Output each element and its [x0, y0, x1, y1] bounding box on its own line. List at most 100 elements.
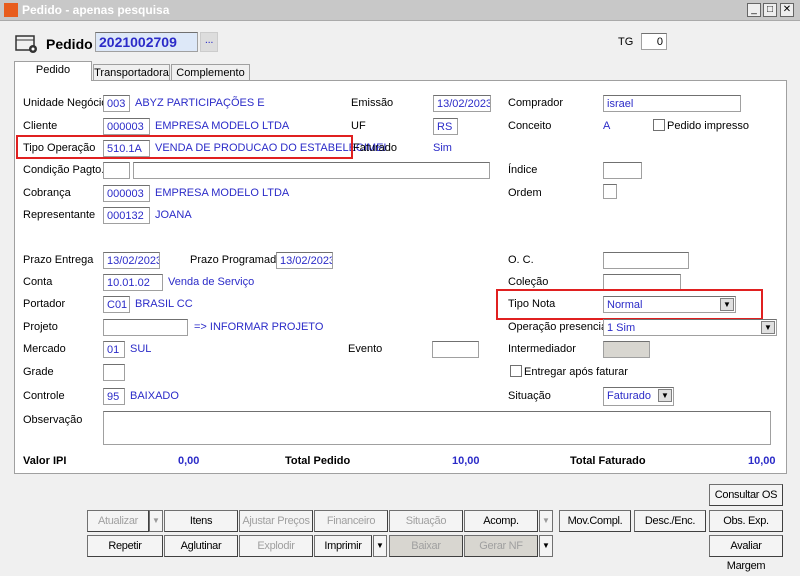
situacao-value: Faturado [607, 390, 652, 402]
highlight-tipo-operacao [16, 135, 353, 159]
portador-name: BRASIL CC [135, 298, 193, 310]
cliente-name: EMPRESA MODELO LTDA [155, 120, 290, 132]
minimize-button[interactable]: _ [747, 3, 761, 17]
conceito-value: A [603, 120, 611, 132]
representante-label: Representante [23, 209, 96, 221]
oc-input[interactable] [603, 252, 689, 269]
imprimir-button[interactable]: Imprimir [314, 535, 372, 557]
entregar-checkbox[interactable] [510, 365, 522, 377]
unidade-name: ABYZ PARTICIPAÇÕES E [135, 97, 265, 109]
ordem-checkbox[interactable] [603, 184, 617, 199]
tab-pedido[interactable]: Pedido [14, 61, 92, 81]
tab-complemento[interactable]: Complemento [171, 64, 250, 81]
uf-label: UF [351, 120, 366, 132]
situacao-button[interactable]: Situação [389, 510, 463, 532]
chevron-down-icon[interactable]: ▼ [761, 321, 775, 334]
acomp-button[interactable]: Acomp. [464, 510, 538, 532]
total-faturado-label: Total Faturado [570, 455, 646, 467]
projeto-label: Projeto [23, 321, 58, 333]
situacao-select[interactable]: Faturado ▼ [603, 387, 674, 406]
indice-input[interactable] [603, 162, 642, 179]
obs-exp-button[interactable]: Obs. Exp. [709, 510, 783, 532]
colecao-label: Coleção [508, 276, 549, 288]
intermediador-input [603, 341, 650, 358]
cobranca-code-input[interactable]: 000003 [103, 185, 150, 202]
ordem-label: Ordem [508, 187, 542, 199]
grade-label: Grade [23, 366, 54, 378]
faturado-value: Sim [433, 142, 452, 154]
portador-label: Portador [23, 298, 66, 310]
atualizar-imp-button[interactable]: Atualizar Imp [87, 510, 149, 547]
chevron-down-icon[interactable]: ▼ [658, 389, 672, 402]
condicao-label: Condição Pagto. [23, 164, 105, 176]
controle-code-input[interactable]: 95 [103, 388, 125, 405]
evento-label: Evento [348, 343, 383, 355]
tab-transportadora[interactable]: Transportadora [93, 64, 170, 81]
prazo-programado-label: Prazo Programado [190, 254, 283, 266]
controle-label: Controle [23, 390, 65, 402]
conta-name: Venda de Serviço [168, 276, 255, 288]
entregar-label: Entregar após faturar [524, 366, 628, 378]
ajustar-precos-button[interactable]: Ajustar Preços [239, 510, 313, 532]
acomp-dropdown[interactable]: ▼ [539, 510, 553, 532]
repetir-button[interactable]: Repetir [87, 535, 163, 557]
valor-ipi-label: Valor IPI [23, 455, 67, 467]
itens-button[interactable]: Itens [164, 510, 238, 532]
pedido-impresso-checkbox[interactable] [653, 119, 665, 131]
close-button[interactable]: ✕ [780, 3, 794, 17]
total-pedido-value: 10,00 [452, 455, 480, 467]
title-bar: Pedido - apenas pesquisa _ □ ✕ [0, 0, 800, 21]
avaliar-margem-button[interactable]: Avaliar Margem [709, 535, 783, 572]
consultar-os-button[interactable]: Consultar OS [709, 484, 783, 506]
observacao-textarea[interactable] [103, 411, 771, 445]
gerar-nf-dropdown[interactable]: ▼ [539, 535, 553, 557]
intermediador-label: Intermediador [508, 343, 576, 355]
emissao-input[interactable]: 13/02/2023 [433, 95, 491, 112]
pedido-impresso-label: Pedido impresso [667, 120, 749, 132]
atualizar-imp-dropdown[interactable]: ▼ [149, 510, 163, 532]
aglutinar-button[interactable]: Aglutinar [164, 535, 238, 557]
cobranca-label: Cobrança [23, 187, 71, 199]
comprador-input[interactable]: israel [603, 95, 741, 112]
tg-label: TG [618, 36, 634, 48]
operacao-presencial-select[interactable]: 1 Sim ▼ [603, 319, 777, 336]
controle-name: BAIXADO [130, 390, 179, 402]
gerar-nf-button[interactable]: Gerar NF [464, 535, 538, 557]
conceito-label: Conceito [508, 120, 552, 132]
representante-code-input[interactable]: 000132 [103, 207, 150, 224]
mov-compl-button[interactable]: Mov.Compl. [559, 510, 631, 532]
mercado-code-input[interactable]: 01 [103, 341, 125, 358]
evento-input[interactable] [432, 341, 479, 358]
imprimir-dropdown[interactable]: ▼ [373, 535, 387, 557]
unidade-code-input[interactable]: 003 [103, 95, 130, 112]
mercado-name: SUL [130, 343, 152, 355]
portador-code-input[interactable]: C01 [103, 296, 130, 313]
explodir-button[interactable]: Explodir [239, 535, 313, 557]
desc-enc-button[interactable]: Desc./Enc. [634, 510, 706, 532]
cliente-label: Cliente [23, 120, 58, 132]
projeto-input[interactable] [103, 319, 188, 336]
pedido-number-input[interactable]: 2021002709 [95, 32, 198, 52]
prazo-programado-input[interactable]: 13/02/2023 [276, 252, 333, 269]
window-title: Pedido - apenas pesquisa [22, 3, 170, 17]
valor-ipi-value: 0,00 [178, 455, 200, 467]
indice-label: Índice [508, 164, 538, 176]
conta-code-input[interactable]: 10.01.02 [103, 274, 163, 291]
financeiro-button[interactable]: Financeiro [314, 510, 388, 532]
uf-input[interactable]: RS [433, 118, 458, 135]
condicao-desc-input[interactable] [133, 162, 490, 179]
baixar-button[interactable]: Baixar [389, 535, 463, 557]
highlight-tipo-nota [496, 289, 763, 320]
pedido-lookup-button[interactable]: ... [200, 32, 218, 52]
oc-label: O. C. [508, 254, 534, 266]
prazo-entrega-input[interactable]: 13/02/2023 [103, 252, 160, 269]
condicao-code-input[interactable] [103, 162, 130, 179]
maximize-button[interactable]: □ [763, 3, 777, 17]
operacao-presencial-value: 1 Sim [607, 322, 636, 334]
tg-input[interactable]: 0 [641, 33, 667, 50]
grade-input[interactable] [103, 364, 125, 381]
pedido-label: Pedido [46, 36, 93, 52]
cliente-code-input[interactable]: 000003 [103, 118, 150, 135]
faturado-label: Faturado [353, 142, 398, 154]
projeto-hint: => INFORMAR PROJETO [194, 321, 324, 333]
